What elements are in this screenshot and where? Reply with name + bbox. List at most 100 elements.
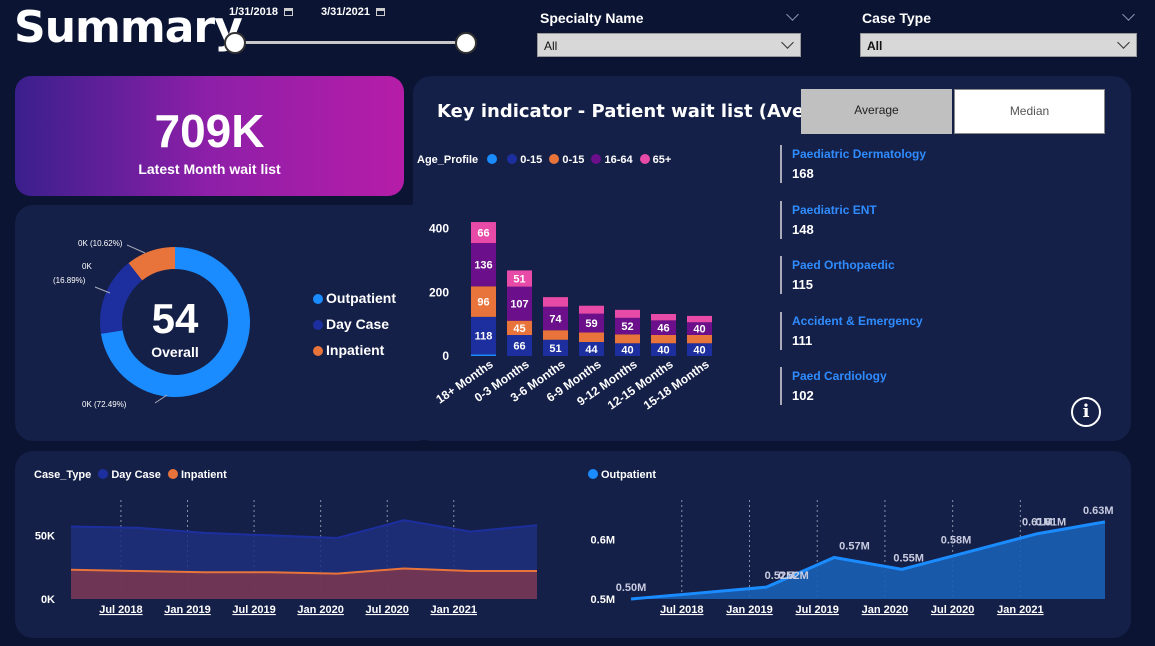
legend-dot-icon (98, 469, 109, 479)
donut-label-daycase-value: 0K (82, 262, 92, 271)
donut-slice-day-case[interactable] (100, 263, 143, 334)
bar-segment[interactable] (543, 297, 568, 307)
bar-data-label: 66 (477, 228, 489, 240)
kpi-label: Latest Month wait list (138, 161, 281, 177)
area-data-label: 0.55M (893, 552, 924, 564)
date-slider-start-handle[interactable] (224, 32, 246, 54)
bar-data-label: 107 (510, 299, 528, 311)
x-tick-label: Jul 2020 (931, 604, 974, 616)
specialty-select[interactable]: All (537, 33, 801, 57)
specialty-name: Paediatric ENT (792, 202, 877, 217)
donut-center-value: 54 (152, 295, 199, 342)
bar-data-label: 51 (549, 343, 561, 355)
x-tick-label: Jan 2019 (164, 604, 210, 616)
x-tick-label: Jul 2020 (366, 604, 409, 616)
specialty-name: Paed Orthopaedic (792, 258, 895, 272)
bar-segment[interactable] (471, 354, 496, 356)
x-tick-label: Jul 2018 (99, 604, 142, 616)
bar-data-label: 40 (657, 345, 669, 357)
x-tick-label: Jan 2020 (297, 604, 343, 616)
outpatient-area-chart: Jul 2018 Jan 2019 Jul 2019 Jan 2020 Jul 2020… (591, 500, 1114, 616)
y-tick-label: 0.6M (591, 535, 615, 547)
x-tick-label: Jan 2021 (997, 604, 1043, 616)
calendar-icon[interactable] (375, 8, 385, 17)
bar-segment[interactable] (579, 332, 604, 342)
area-data-label: 0.61M (1036, 517, 1067, 529)
specialty-divider (780, 256, 782, 294)
bar-data-label: 40 (621, 345, 633, 357)
donut-label-outpatient: 0K (72.49%) (82, 400, 127, 409)
area-data-label: 0.50M (616, 582, 647, 594)
page-title: Summary (14, 2, 243, 53)
x-tick-label: Jul 2018 (660, 604, 703, 616)
donut-legend: Outpatient Day Case Inpatient (313, 290, 396, 368)
date-start[interactable]: 1/31/2018 (229, 6, 293, 18)
bar-data-label: 46 (657, 323, 669, 335)
bar-segment[interactable] (651, 314, 676, 321)
chevron-down-icon[interactable] (1122, 8, 1135, 21)
bar-segment[interactable] (687, 315, 712, 323)
legend-dot-icon (487, 154, 498, 164)
y-tick-label: 0 (442, 349, 449, 363)
date-slider-track[interactable] (234, 41, 466, 44)
case-type-select[interactable]: All (860, 33, 1137, 57)
specialty-value: 115 (792, 277, 813, 292)
bar-segment[interactable] (579, 305, 604, 314)
bar-segment[interactable] (615, 334, 640, 344)
bar-data-label: 44 (585, 344, 598, 356)
x-tick-label: Jan 2020 (862, 604, 908, 616)
area-data-label: 0.58M (941, 535, 972, 547)
bar-data-label: 96 (477, 297, 489, 309)
bar-segment[interactable] (687, 335, 712, 344)
x-tick-label: Jul 2019 (232, 604, 275, 616)
y-tick-label: 200 (429, 285, 449, 299)
specialty-divider (780, 145, 782, 183)
donut-label-inpatient: 0K (10.62%) (78, 239, 123, 248)
date-slider-end-handle[interactable] (455, 32, 477, 54)
case-type-area-chart: Jul 2018 Jan 2019 Jul 2019 Jan 2020 Jul 2020… (35, 500, 538, 616)
legend-item-outpatient[interactable]: Outpatient (313, 290, 396, 316)
key-indicator-title: Key indicator - Patient wait list (Avera… (437, 101, 859, 122)
specialty-divider (780, 200, 782, 239)
bar-segment[interactable] (543, 330, 568, 340)
legend-dot-icon (549, 154, 560, 164)
stacked-bar-chart: 0200400118961366618+ Months6645107510-3 … (429, 222, 712, 410)
legend-item-daycase[interactable]: Day Case (313, 316, 396, 342)
bar-data-label: 40 (693, 345, 705, 357)
specialty-divider (780, 311, 782, 350)
specialty-value: 111 (792, 332, 813, 348)
info-icon[interactable]: i (1071, 397, 1101, 427)
y-tick-label: 0K (41, 594, 55, 606)
median-button[interactable]: Median (954, 89, 1105, 134)
bar-data-label: 118 (475, 331, 493, 343)
date-end[interactable]: 3/31/2021 (321, 6, 385, 18)
age-profile-legend: Age_Profile 0-15 0-15 16-64 65+ (417, 154, 672, 166)
legend-item-inpatient[interactable]: Inpatient (313, 342, 396, 368)
legend-dot-icon (591, 154, 602, 164)
legend-dot-icon (639, 154, 650, 164)
bar-data-label: 52 (621, 321, 633, 333)
y-tick-label: 50K (35, 530, 55, 542)
bar-data-label: 66 (513, 341, 525, 353)
bar-data-label: 45 (513, 323, 525, 335)
calendar-icon[interactable] (283, 8, 293, 17)
x-tick-label: Jan 2021 (431, 604, 477, 616)
bar-data-label: 59 (585, 318, 597, 330)
average-button[interactable]: Average (801, 89, 952, 134)
bar-data-label: 51 (513, 274, 525, 286)
bar-segment[interactable] (615, 309, 640, 318)
chevron-down-icon[interactable] (786, 8, 799, 21)
area-data-label: 0.57M (839, 540, 870, 552)
chevron-down-icon (1117, 36, 1130, 49)
kpi-value: 709K (154, 105, 265, 157)
legend-dot-icon (167, 469, 178, 479)
donut-center-label: Overall (151, 344, 198, 360)
specialty-divider (780, 367, 782, 405)
legend-dot-icon (313, 320, 323, 330)
x-tick-label: Jan 2019 (726, 604, 772, 616)
specialty-name: Paed Cardiology (792, 369, 887, 383)
chevron-down-icon (781, 36, 794, 49)
bar-data-label: 74 (549, 313, 562, 325)
bar-segment[interactable] (651, 335, 676, 344)
legend-dot-icon (507, 154, 518, 164)
